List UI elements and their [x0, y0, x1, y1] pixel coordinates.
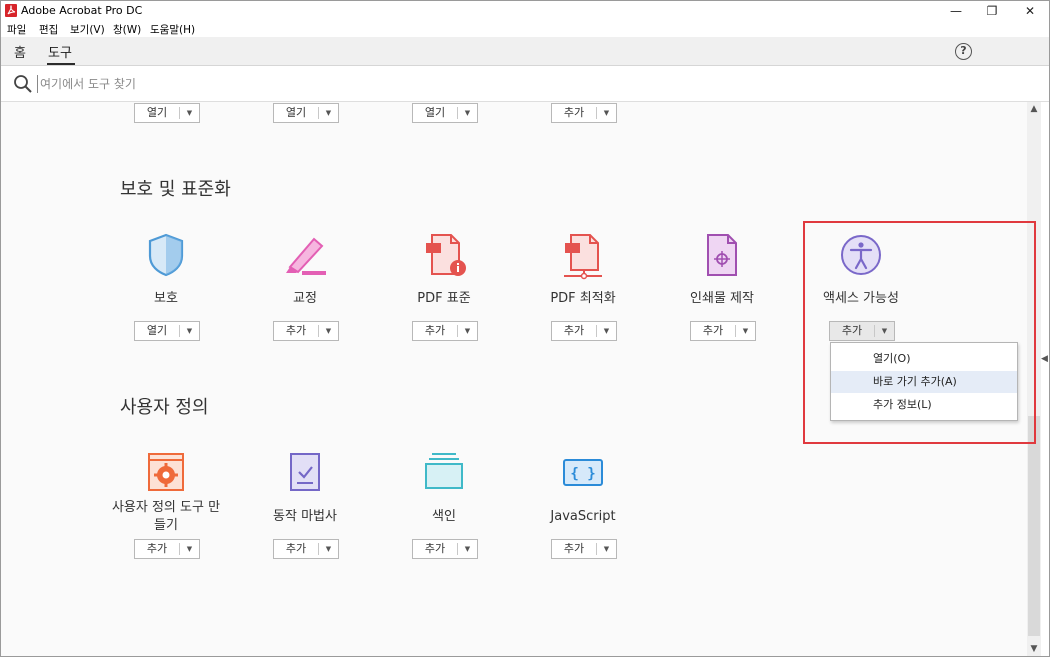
dropdown-arrow-icon[interactable]: ▼ — [736, 322, 755, 340]
button-label[interactable]: 열기 — [135, 104, 179, 122]
minimize-button[interactable]: — — [937, 1, 975, 21]
tool-add-button[interactable]: 추가 ▼ — [134, 539, 200, 559]
tool-label: PDF 표준 — [417, 291, 471, 306]
javascript-icon[interactable]: { } — [558, 448, 608, 498]
menu-window[interactable]: 창(W) — [113, 22, 141, 37]
button-label[interactable]: 추가 — [691, 322, 735, 340]
button-label[interactable]: 추가 — [552, 322, 596, 340]
tool-open-button[interactable]: 열기 ▼ — [412, 103, 478, 123]
menu-edit[interactable]: 편집 — [39, 22, 58, 37]
button-label[interactable]: 추가 — [552, 104, 596, 122]
button-label[interactable]: 열기 — [135, 322, 179, 340]
scroll-thumb[interactable] — [1028, 416, 1040, 636]
scroll-up-icon[interactable]: ▲ — [1029, 104, 1039, 114]
tab-home[interactable]: 홈 — [14, 42, 26, 61]
button-label[interactable]: 추가 — [274, 322, 318, 340]
tool-label-line2: 들기 — [154, 518, 178, 533]
tool-open-button[interactable]: 열기 ▼ — [134, 103, 200, 123]
dropdown-arrow-icon[interactable]: ▼ — [597, 322, 616, 340]
dropdown-arrow-icon[interactable]: ▼ — [458, 322, 477, 340]
menu-bar: 파일 편집 보기(V) 창(W) 도움말(H) — [1, 21, 1049, 37]
menu-item-add-shortcut[interactable]: 바로 가기 추가(A) — [831, 371, 1017, 393]
dropdown-arrow-icon[interactable]: ▼ — [180, 104, 199, 122]
menu-item-open[interactable]: 열기(O) — [831, 348, 1017, 370]
dropdown-arrow-icon[interactable]: ▼ — [180, 322, 199, 340]
button-label[interactable]: 추가 — [274, 540, 318, 558]
tool-label: JavaScript — [550, 509, 616, 524]
tool-label: 보호 — [154, 291, 178, 306]
print-production-icon[interactable] — [697, 230, 747, 280]
button-label[interactable]: 추가 — [135, 540, 179, 558]
tool-dropdown-menu: 열기(O) 바로 가기 추가(A) 추가 정보(L) — [830, 342, 1018, 421]
tool-add-button[interactable]: 추가 ▼ — [412, 539, 478, 559]
scroll-down-icon[interactable]: ▼ — [1029, 644, 1039, 654]
tool-open-button[interactable]: 열기 ▼ — [134, 321, 200, 341]
help-icon[interactable]: ? — [955, 43, 972, 60]
custom-tool-icon[interactable] — [141, 448, 191, 498]
dropdown-arrow-icon[interactable]: ▼ — [319, 104, 338, 122]
top-nav: 홈 도구 — [1, 37, 1049, 66]
tool-label: 색인 — [432, 509, 456, 524]
tool-add-button[interactable]: 추가 ▼ — [551, 539, 617, 559]
tool-add-button[interactable]: 추가 ▼ — [551, 321, 617, 341]
tool-open-button[interactable]: 열기 ▼ — [273, 103, 339, 123]
title-bar: Adobe Acrobat Pro DC — ❐ ✕ — [1, 1, 1049, 21]
menu-view[interactable]: 보기(V) — [70, 22, 105, 37]
tool-add-button[interactable]: 추가 ▼ — [412, 321, 478, 341]
dropdown-arrow-icon[interactable]: ▼ — [319, 322, 338, 340]
restore-button[interactable]: ❐ — [973, 1, 1011, 21]
menu-help[interactable]: 도움말(H) — [150, 22, 195, 37]
tool-add-button[interactable]: 추가 ▼ — [273, 539, 339, 559]
svg-text:{ }: { } — [570, 466, 595, 482]
active-tab-indicator — [47, 63, 75, 65]
highlighter-icon[interactable] — [280, 230, 330, 280]
index-icon[interactable] — [419, 448, 469, 498]
tool-add-button[interactable]: 추가 ▼ — [273, 321, 339, 341]
tool-add-button[interactable]: 추가 ▼ — [551, 103, 617, 123]
dropdown-arrow-icon[interactable]: ▼ — [458, 104, 477, 122]
button-label[interactable]: 추가 — [413, 540, 457, 558]
close-button[interactable]: ✕ — [1011, 1, 1049, 21]
menu-item-more-info[interactable]: 추가 정보(L) — [831, 394, 1017, 416]
search-icon — [13, 74, 33, 98]
tool-label: 인쇄물 제작 — [690, 291, 754, 306]
window-title: Adobe Acrobat Pro DC — [21, 4, 143, 17]
button-label[interactable]: 열기 — [413, 104, 457, 122]
acrobat-window: Adobe Acrobat Pro DC — ❐ ✕ 파일 편집 보기(V) 창… — [0, 0, 1050, 657]
dropdown-arrow-icon[interactable]: ▼ — [319, 540, 338, 558]
right-panel-toggle-icon[interactable]: ◀ — [1041, 354, 1049, 368]
shield-icon[interactable] — [141, 230, 191, 280]
section-title-protect: 보호 및 표준화 — [120, 179, 231, 200]
dropdown-arrow-icon[interactable]: ▼ — [180, 540, 199, 558]
action-wizard-icon[interactable] — [280, 448, 330, 498]
tab-tools[interactable]: 도구 — [48, 42, 72, 61]
button-label[interactable]: 열기 — [274, 104, 318, 122]
search-input[interactable] — [37, 75, 537, 93]
section-title-custom: 사용자 정의 — [120, 397, 209, 418]
tool-label: 동작 마법사 — [273, 509, 337, 524]
button-label[interactable]: 추가 — [413, 322, 457, 340]
pdf-standard-icon[interactable] — [419, 230, 469, 280]
tool-label-line1: 사용자 정의 도구 만 — [111, 500, 221, 515]
tool-label: 교정 — [293, 291, 317, 306]
menu-file[interactable]: 파일 — [7, 22, 26, 37]
pdf-optimize-icon[interactable] — [558, 230, 608, 280]
dropdown-arrow-icon[interactable]: ▼ — [597, 104, 616, 122]
acrobat-logo-icon — [5, 4, 17, 17]
search-bar — [1, 66, 1049, 102]
button-label[interactable]: 추가 — [552, 540, 596, 558]
dropdown-arrow-icon[interactable]: ▼ — [458, 540, 477, 558]
dropdown-arrow-icon[interactable]: ▼ — [597, 540, 616, 558]
tool-add-button[interactable]: 추가 ▼ — [690, 321, 756, 341]
tool-label: PDF 최적화 — [550, 291, 616, 306]
